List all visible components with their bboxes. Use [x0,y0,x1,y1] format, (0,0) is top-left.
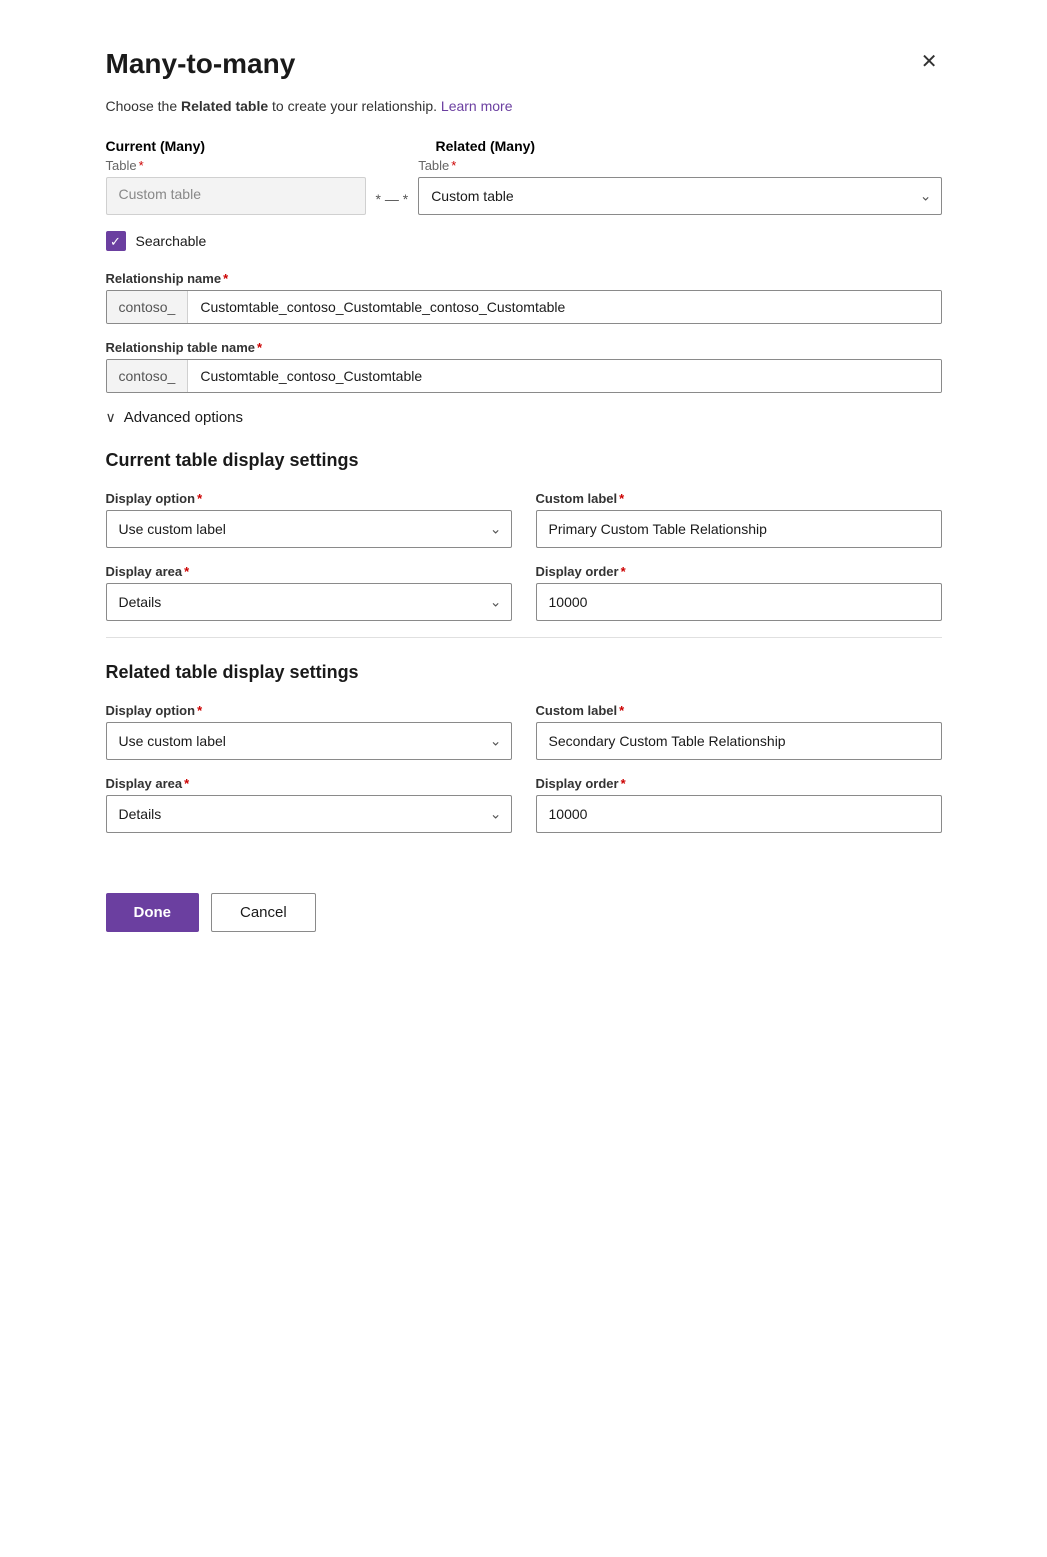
current-display-area-group: Display area* Details ⌄ [106,564,512,621]
related-display-order-label: Display order* [536,776,942,791]
relationship-table-name-group: Relationship table name* contoso_ [106,340,942,393]
many-to-many-dialog: Many-to-many ✕ Choose the Related table … [74,20,974,964]
section-divider [106,637,942,638]
current-display-area-row: Display area* Details ⌄ Display order* [106,564,942,621]
relationship-table-name-label: Relationship table name* [106,340,942,355]
table-column-headers: Current (Many) Related (Many) [106,138,942,154]
advanced-options-label: Advanced options [124,409,243,426]
relationship-name-label: Relationship name* [106,271,942,286]
current-display-option-select[interactable]: Use custom label [106,510,512,548]
related-display-option-group: Display option* Use custom label ⌄ [106,703,512,760]
relationship-table-name-input[interactable] [188,360,940,392]
related-table-required: * [451,158,456,173]
rel-name-required: * [223,271,228,286]
current-display-order-label: Display order* [536,564,942,579]
relationship-table-name-input-wrapper: contoso_ [106,359,942,393]
cancel-button[interactable]: Cancel [211,893,316,932]
current-display-option-label: Display option* [106,491,512,506]
current-display-area-select-wrapper: Details ⌄ [106,583,512,621]
current-custom-label-group: Custom label* [536,491,942,548]
related-table-label: Table* [418,158,941,173]
searchable-row: ✓ Searchable [106,231,942,251]
related-table-select-wrapper: Custom table ⌄ [418,177,941,215]
current-display-option-row: Display option* Use custom label ⌄ Custo… [106,491,942,548]
current-table-label: Table* [106,158,366,173]
table-connector: * — * [376,191,409,215]
current-display-option-group: Display option* Use custom label ⌄ [106,491,512,548]
related-custom-label-input[interactable] [536,722,942,760]
related-table-display-section: Related table display settings Display o… [106,662,942,833]
related-custom-label-group: Custom label* [536,703,942,760]
current-table-display-section: Current table display settings Display o… [106,450,942,621]
related-display-option-row: Display option* Use custom label ⌄ Custo… [106,703,942,760]
current-table-group: Table* Custom table [106,158,366,215]
checkmark-icon: ✓ [110,235,121,248]
relationship-table-name-prefix: contoso_ [107,360,189,392]
current-custom-label-label: Custom label* [536,491,942,506]
done-button[interactable]: Done [106,893,200,932]
related-display-option-label: Display option* [106,703,512,718]
current-display-order-input[interactable] [536,583,942,621]
current-display-section-title: Current table display settings [106,450,942,471]
related-display-area-label: Display area* [106,776,512,791]
current-table-input: Custom table [106,177,366,215]
searchable-label[interactable]: Searchable [136,233,207,249]
related-display-section-title: Related table display settings [106,662,942,683]
current-display-area-select[interactable]: Details [106,583,512,621]
dialog-footer: Done Cancel [106,873,942,932]
current-display-order-group: Display order* [536,564,942,621]
current-custom-label-input[interactable] [536,510,942,548]
relationship-name-input-wrapper: contoso_ [106,290,942,324]
close-button[interactable]: ✕ [917,48,942,76]
intro-text: Choose the Related table to create your … [106,98,942,114]
related-display-option-select-wrapper: Use custom label ⌄ [106,722,512,760]
intro-text-before: Choose the [106,98,182,114]
relationship-name-input[interactable] [188,291,940,323]
dialog-header: Many-to-many ✕ [106,48,942,80]
relationship-name-prefix: contoso_ [107,291,189,323]
related-many-header: Related (Many) [436,138,942,154]
related-table-select[interactable]: Custom table [418,177,941,215]
related-display-area-group: Display area* Details ⌄ [106,776,512,833]
current-table-required: * [139,158,144,173]
learn-more-link[interactable]: Learn more [441,98,513,114]
relationship-name-group: Relationship name* contoso_ [106,271,942,324]
searchable-checkbox[interactable]: ✓ [106,231,126,251]
intro-text-after: to create your relationship. [268,98,437,114]
tables-section: Table* Custom table * — * Table* Custom … [106,158,942,215]
rel-table-required: * [257,340,262,355]
advanced-options-toggle[interactable]: ∨ Advanced options [106,409,244,426]
related-display-area-select[interactable]: Details [106,795,512,833]
related-display-area-row: Display area* Details ⌄ Display order* [106,776,942,833]
related-display-order-input[interactable] [536,795,942,833]
current-many-header: Current (Many) [106,138,366,154]
related-custom-label-label: Custom label* [536,703,942,718]
related-table-group: Table* Custom table ⌄ [418,158,941,215]
chevron-down-icon: ∨ [106,409,116,426]
related-display-option-select[interactable]: Use custom label [106,722,512,760]
current-display-area-label: Display area* [106,564,512,579]
related-display-area-select-wrapper: Details ⌄ [106,795,512,833]
current-display-option-select-wrapper: Use custom label ⌄ [106,510,512,548]
related-display-order-group: Display order* [536,776,942,833]
dialog-title: Many-to-many [106,48,296,80]
intro-bold: Related table [181,98,268,114]
